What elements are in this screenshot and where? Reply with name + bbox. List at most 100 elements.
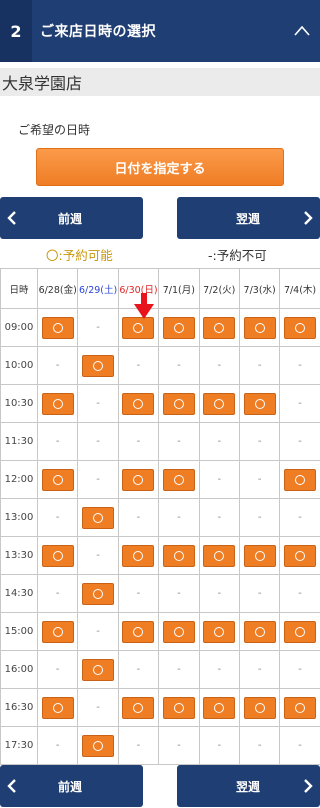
day-header: 6/28(金) xyxy=(36,268,79,309)
circle-icon xyxy=(173,398,184,409)
specify-date-button[interactable]: 日付を指定する xyxy=(36,148,284,186)
unavailable-cell: - xyxy=(198,498,240,537)
chevron-right-icon xyxy=(304,211,313,225)
table-row: 09:00 - xyxy=(0,308,320,347)
time-label: 17:30 xyxy=(0,726,38,765)
available-slot-button[interactable] xyxy=(162,544,195,567)
available-slot-button[interactable] xyxy=(203,392,236,415)
unavailable-cell: - xyxy=(198,650,240,689)
available-slot-button[interactable] xyxy=(243,392,276,415)
next-week-button[interactable]: 翌週 xyxy=(177,197,320,239)
available-slot-button[interactable] xyxy=(284,468,317,491)
available-slot-button[interactable] xyxy=(122,620,155,643)
available-slot-button[interactable] xyxy=(284,620,317,643)
available-slot-button[interactable] xyxy=(243,544,276,567)
slot-cell xyxy=(238,384,281,423)
section-header[interactable]: 2 ご来店日時の選択 xyxy=(0,0,320,62)
table-row: 16:30 - xyxy=(0,688,320,727)
available-slot-button[interactable] xyxy=(284,544,317,567)
circle-icon xyxy=(52,550,63,561)
available-slot-button[interactable] xyxy=(203,620,236,643)
unavailable-cell: - xyxy=(279,650,320,689)
available-slot-button[interactable] xyxy=(284,696,317,719)
available-slot-button[interactable] xyxy=(41,544,74,567)
circle-icon xyxy=(133,398,144,409)
circle-icon xyxy=(93,664,104,675)
day-header: 6/29(土) xyxy=(77,268,119,309)
available-slot-button[interactable] xyxy=(243,620,276,643)
circle-icon xyxy=(254,398,265,409)
available-slot-button[interactable] xyxy=(41,696,74,719)
available-slot-button[interactable] xyxy=(82,506,115,529)
available-slot-button[interactable] xyxy=(122,316,155,339)
time-label: 12:00 xyxy=(0,460,38,499)
available-slot-button[interactable] xyxy=(82,582,115,605)
available-slot-button[interactable] xyxy=(162,620,195,643)
slot-cell xyxy=(117,688,160,727)
unavailable-cell: - xyxy=(117,650,160,689)
available-slot-button[interactable] xyxy=(162,696,195,719)
table-row: 17:30- - - - - - xyxy=(0,726,320,765)
unavailable-cell: - xyxy=(238,422,281,461)
unavailable-cell: - xyxy=(198,726,240,765)
next-week-button-bottom[interactable]: 翌週 xyxy=(177,765,320,807)
time-label: 13:30 xyxy=(0,536,38,575)
available-slot-button[interactable] xyxy=(82,354,115,377)
slot-cell xyxy=(279,612,320,651)
available-slot-button[interactable] xyxy=(162,468,195,491)
slot-cell xyxy=(238,308,281,347)
prev-week-button-bottom[interactable]: 前週 xyxy=(0,765,143,807)
available-slot-button[interactable] xyxy=(41,392,74,415)
available-slot-button[interactable] xyxy=(203,544,236,567)
slot-cell xyxy=(279,536,320,575)
red-arrow-icon xyxy=(134,293,154,319)
unavailable-cell: - xyxy=(36,650,79,689)
circle-icon xyxy=(133,550,144,561)
time-label: 10:00 xyxy=(0,346,38,385)
available-slot-button[interactable] xyxy=(203,696,236,719)
available-slot-button[interactable] xyxy=(122,696,155,719)
available-slot-button[interactable] xyxy=(162,392,195,415)
available-slot-button[interactable] xyxy=(243,316,276,339)
day-header: 7/4(木) xyxy=(279,268,320,309)
available-slot-button[interactable] xyxy=(162,316,195,339)
available-slot-button[interactable] xyxy=(122,392,155,415)
chevron-up-icon[interactable] xyxy=(292,21,312,41)
available-slot-button[interactable] xyxy=(82,658,115,681)
unavailable-cell: - xyxy=(117,726,160,765)
available-slot-button[interactable] xyxy=(243,696,276,719)
prev-week-button[interactable]: 前週 xyxy=(0,197,143,239)
slot-cell xyxy=(117,536,160,575)
available-slot-button[interactable] xyxy=(122,468,155,491)
available-slot-button[interactable] xyxy=(284,316,317,339)
table-row: 10:30 - - xyxy=(0,384,320,423)
unavailable-cell: - xyxy=(238,498,281,537)
unavailable-cell: - xyxy=(158,422,200,461)
available-slot-button[interactable] xyxy=(203,316,236,339)
slot-cell xyxy=(36,536,79,575)
unavailable-cell: - xyxy=(36,498,79,537)
circle-icon xyxy=(173,626,184,637)
unavailable-cell: - xyxy=(36,346,79,385)
available-slot-button[interactable] xyxy=(41,468,74,491)
next-week-label: 翌週 xyxy=(236,780,261,794)
available-slot-button[interactable] xyxy=(82,734,115,757)
circle-icon xyxy=(295,626,306,637)
day-header: 7/2(火) xyxy=(198,268,240,309)
time-label: 16:00 xyxy=(0,650,38,689)
table-row: 12:00- - - xyxy=(0,460,320,499)
table-row: 11:30- - - - - - - xyxy=(0,422,320,461)
available-slot-button[interactable] xyxy=(122,544,155,567)
circle-icon xyxy=(93,588,104,599)
slot-cell xyxy=(36,460,79,499)
available-slot-button[interactable] xyxy=(41,620,74,643)
slot-cell xyxy=(198,688,240,727)
unavailable-cell: - xyxy=(198,460,240,499)
circle-icon xyxy=(295,550,306,561)
circle-icon xyxy=(52,702,63,713)
table-row: 13:30 - xyxy=(0,536,320,575)
circle-icon xyxy=(214,398,225,409)
slot-cell xyxy=(117,460,160,499)
available-slot-button[interactable] xyxy=(41,316,74,339)
day-header: 7/3(水) xyxy=(238,268,281,309)
